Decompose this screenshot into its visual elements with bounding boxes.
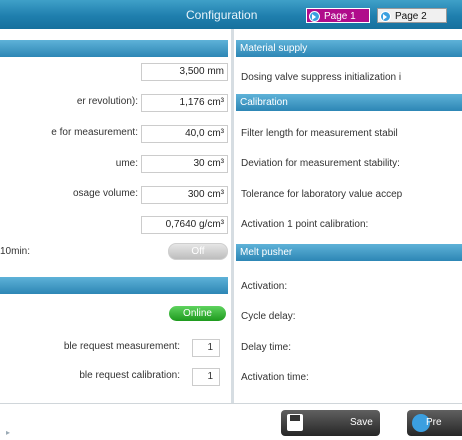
panel-divider xyxy=(231,29,234,404)
footer-divider xyxy=(0,403,462,404)
field-value-3[interactable]: 30 cm³ xyxy=(141,155,228,173)
left-section-header-bottom xyxy=(0,277,228,294)
field-label-4: osage volume: xyxy=(72,188,138,199)
melt-pusher-header: Melt pusher xyxy=(236,244,462,261)
arrow-right-icon xyxy=(380,11,391,22)
online-toggle[interactable]: Online xyxy=(169,306,226,321)
tab-page-2-label: Page 2 xyxy=(395,11,427,22)
calibration-item-1: Filter length for measurement stabil xyxy=(241,128,398,139)
field-value-2[interactable]: 40,0 cm³ xyxy=(141,125,228,143)
field-label-1: er revolution): xyxy=(76,96,138,107)
previous-button[interactable]: Pre xyxy=(407,410,462,436)
melt-pusher-item-3: Delay time: xyxy=(241,342,292,353)
field-value-4[interactable]: 300 cm³ xyxy=(141,186,228,204)
window-title: Configuration xyxy=(186,8,258,22)
request-calibration-value[interactable]: 1 xyxy=(192,368,220,386)
calibration-item-2: Deviation for measurement stability: xyxy=(241,158,400,169)
previous-button-label: Pre xyxy=(426,417,442,428)
title-bar: Configuration Page 1 Page 2 xyxy=(0,0,462,29)
corner-mark-icon: ▸ xyxy=(6,428,11,437)
material-supply-header: Material supply xyxy=(236,40,462,57)
request-label-calibration: ble request calibration: xyxy=(79,370,180,381)
field-value-5[interactable]: 0,7640 g/cm³ xyxy=(141,216,228,234)
material-supply-item: Dosing valve suppress initialization i xyxy=(241,72,402,83)
field-label-3: ume: xyxy=(115,158,138,169)
request-measurement-value[interactable]: 1 xyxy=(192,339,220,357)
off-toggle[interactable]: Off xyxy=(168,243,228,260)
melt-pusher-item-2: Cycle delay: xyxy=(241,311,296,322)
arrow-right-icon xyxy=(309,11,320,22)
field-label-2: e for measurement: xyxy=(51,127,138,138)
tab-page-1-label: Page 1 xyxy=(324,11,356,22)
field-value-0[interactable]: 3,500 mm xyxy=(141,63,228,81)
melt-pusher-item-1: Activation: xyxy=(241,281,288,292)
tab-page-2[interactable]: Page 2 xyxy=(377,8,447,23)
toggle-label: 10min: xyxy=(0,246,31,257)
save-button-label: Save xyxy=(350,417,373,428)
tab-page-1[interactable]: Page 1 xyxy=(306,8,370,23)
calibration-item-4: Activation 1 point calibration: xyxy=(241,219,369,230)
floppy-disk-icon xyxy=(287,414,303,431)
field-value-1[interactable]: 1,176 cm³ xyxy=(141,94,228,112)
calibration-item-3: Tolerance for laboratory value accep xyxy=(241,189,403,200)
request-label-measurement: ble request measurement: xyxy=(63,341,180,352)
left-section-header-top xyxy=(0,40,228,57)
save-button[interactable]: Save xyxy=(281,410,380,436)
melt-pusher-item-4: Activation time: xyxy=(241,372,309,383)
calibration-header: Calibration xyxy=(236,94,462,111)
